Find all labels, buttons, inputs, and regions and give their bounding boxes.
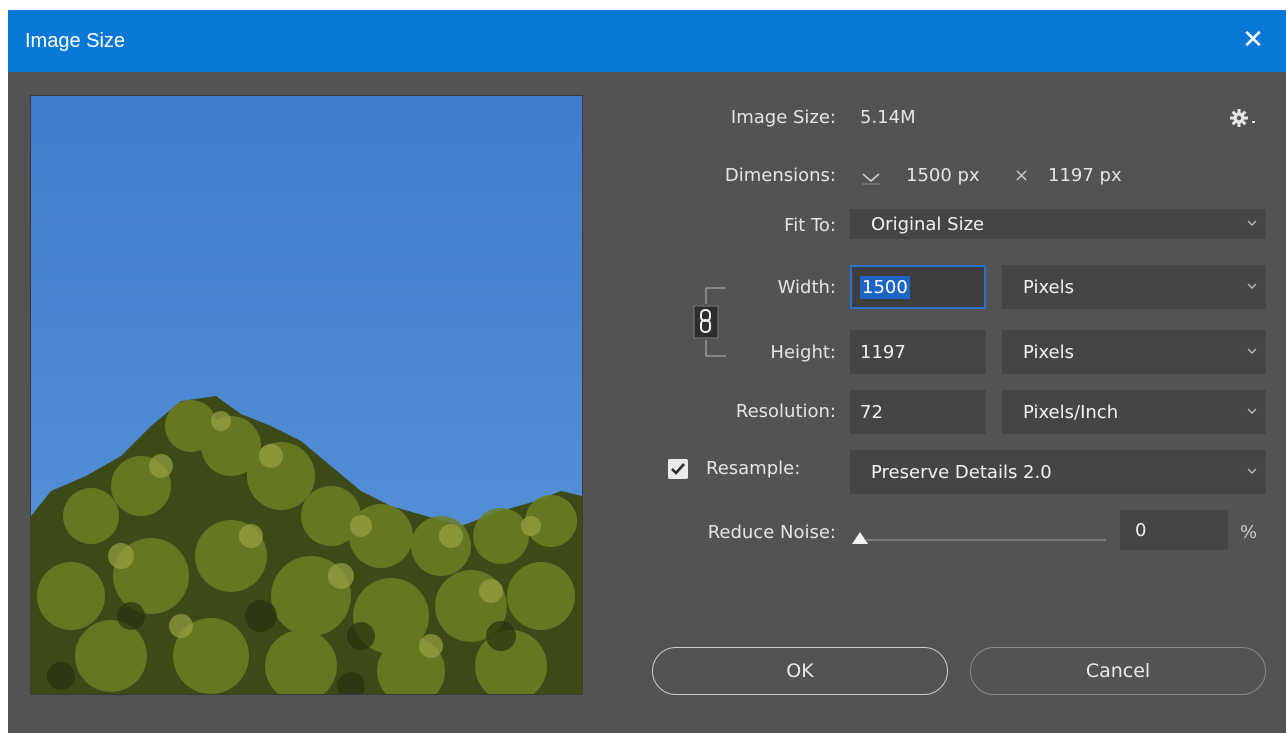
dimensions-units-chevron-icon[interactable] (860, 170, 882, 186)
reduce-noise-input[interactable]: 0 (1120, 510, 1228, 550)
height-input[interactable]: 1197 (850, 330, 986, 374)
dimensions-times: × (1014, 165, 1030, 186)
resample-method-value: Preserve Details 2.0 (871, 461, 1052, 483)
title-bar: Image Size ✕ (8, 10, 1286, 72)
width-value: 1500 (860, 275, 910, 299)
chevron-down-icon (1247, 348, 1257, 354)
resample-label: Resample: (706, 458, 801, 479)
dialog-title: Image Size (25, 30, 126, 52)
reduce-noise-label: Reduce Noise: (707, 522, 836, 543)
dimensions-width: 1500 px (906, 165, 980, 186)
gear-icon[interactable] (1228, 107, 1258, 129)
resample-checkbox[interactable] (668, 459, 688, 479)
width-unit-value: Pixels (1023, 276, 1075, 298)
chevron-down-icon (1247, 220, 1257, 226)
resolution-value: 72 (860, 401, 883, 423)
reduce-noise-value: 0 (1135, 519, 1147, 541)
reduce-noise-slider-track[interactable] (866, 539, 1106, 541)
reduce-noise-slider-thumb[interactable] (852, 532, 868, 544)
width-unit-select[interactable]: Pixels (1002, 265, 1266, 309)
fit-to-label: Fit To: (784, 215, 836, 236)
image-preview[interactable] (30, 95, 583, 695)
height-value: 1197 (860, 341, 906, 363)
image-size-value: 5.14M (860, 107, 916, 128)
resolution-input[interactable]: 72 (850, 390, 986, 434)
cancel-button[interactable]: Cancel (970, 647, 1266, 695)
width-label: Width: (777, 277, 836, 298)
chevron-down-icon (1247, 283, 1257, 289)
close-icon[interactable]: ✕ (1233, 20, 1273, 60)
chevron-down-icon (1247, 468, 1257, 474)
resolution-unit-value: Pixels/Inch (1023, 401, 1119, 423)
ok-button[interactable]: OK (652, 647, 948, 695)
dimensions-height: 1197 px (1048, 165, 1122, 186)
height-unit-value: Pixels (1023, 341, 1075, 363)
width-input[interactable]: 1500 (850, 265, 986, 309)
preview-image (31, 96, 582, 694)
image-size-label: Image Size: (730, 107, 836, 128)
resolution-label: Resolution: (735, 401, 836, 422)
height-label: Height: (770, 342, 836, 363)
height-unit-select[interactable]: Pixels (1002, 330, 1266, 374)
resolution-unit-select[interactable]: Pixels/Inch (1002, 390, 1266, 434)
reduce-noise-unit: % (1240, 522, 1258, 543)
dimensions-label: Dimensions: (724, 165, 836, 186)
resample-method-select[interactable]: Preserve Details 2.0 (850, 450, 1266, 494)
fit-to-value: Original Size (871, 213, 985, 235)
image-size-dialog: Image Size ✕ Image Size: 5.14M Dimension… (8, 10, 1286, 733)
fit-to-select[interactable]: Original Size (850, 209, 1266, 239)
chevron-down-icon (1247, 408, 1257, 414)
